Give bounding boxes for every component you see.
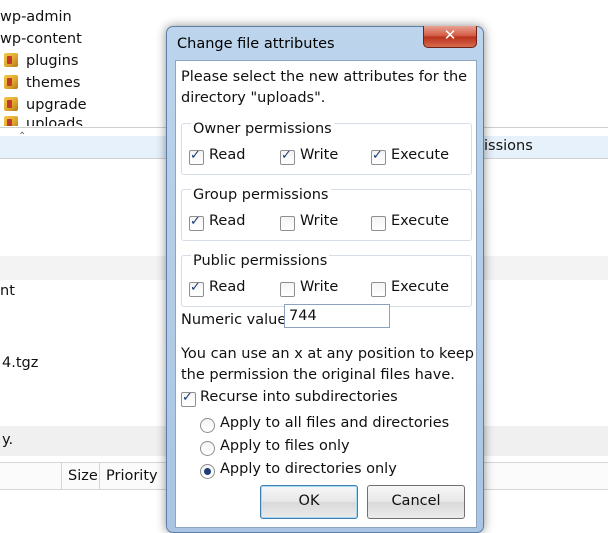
sort-up-icon: ⌃ bbox=[18, 131, 27, 142]
tree-item[interactable]: themes bbox=[0, 72, 80, 94]
dialog-title: Change file attributes bbox=[177, 36, 335, 52]
tree-item-label: wp-content bbox=[0, 31, 82, 47]
status-text-fragment: y. bbox=[2, 432, 14, 448]
checkbox-label: Read bbox=[209, 213, 246, 229]
close-icon: ✕ bbox=[443, 26, 457, 44]
checkbox-box[interactable] bbox=[371, 148, 386, 165]
checkbox-box[interactable] bbox=[280, 148, 295, 165]
public-permissions-group: Public permissions Read Write Execute bbox=[181, 253, 472, 307]
dialog-titlebar[interactable]: Change file attributes ✕ bbox=[167, 26, 483, 61]
owner-permissions-group: Owner permissions Read Write Execute bbox=[181, 121, 472, 175]
folder-icon bbox=[4, 97, 18, 111]
radio-circle[interactable] bbox=[200, 418, 215, 433]
folder-icon bbox=[4, 75, 18, 89]
hint-text: You can use an x at any position to keep… bbox=[181, 346, 474, 383]
group-permissions-group: Group permissions Read Write Execute bbox=[181, 187, 472, 241]
column-permissions[interactable]: issions bbox=[484, 138, 533, 154]
tree-item-label: upgrade bbox=[26, 97, 87, 113]
checkbox-box[interactable] bbox=[189, 148, 204, 165]
checkbox-box[interactable] bbox=[371, 216, 386, 231]
tree-item[interactable]: plugins bbox=[0, 50, 78, 72]
folder-icon bbox=[4, 53, 18, 67]
radio-circle[interactable] bbox=[200, 441, 215, 456]
checkbox-label: Recurse into subdirectories bbox=[200, 389, 398, 405]
tree-item-label: wp-admin bbox=[0, 9, 72, 25]
checkbox-label: Write bbox=[300, 147, 339, 163]
ok-button[interactable]: OK bbox=[260, 485, 358, 519]
radio-label: Apply to files only bbox=[220, 438, 350, 454]
change-file-attributes-dialog: Change file attributes ✕ Please select t… bbox=[166, 26, 484, 533]
tree-item[interactable]: uploads bbox=[0, 116, 83, 126]
tree-item[interactable]: wp-content bbox=[0, 28, 82, 50]
instruction-text: Please select the new attributes for the… bbox=[181, 69, 468, 106]
checkbox-label: Read bbox=[209, 279, 246, 295]
group-title: Owner permissions bbox=[191, 121, 334, 137]
checkbox-box[interactable] bbox=[280, 282, 295, 297]
folder-icon bbox=[4, 116, 18, 126]
checkbox-label: Read bbox=[209, 147, 246, 163]
radio-label: Apply to directories only bbox=[220, 461, 397, 477]
group-title: Public permissions bbox=[191, 253, 330, 269]
checkbox-label: Write bbox=[300, 213, 339, 229]
checkbox-box[interactable] bbox=[280, 216, 295, 231]
numeric-value-input[interactable] bbox=[284, 304, 390, 328]
file-name-fragment[interactable]: nt bbox=[0, 283, 15, 299]
checkbox-label: Write bbox=[300, 279, 339, 295]
radio-circle[interactable] bbox=[200, 464, 215, 479]
dialog-client-area: Please select the new attributes for the… bbox=[175, 60, 477, 528]
group-title: Group permissions bbox=[191, 187, 331, 203]
checkbox-label: Execute bbox=[391, 213, 449, 229]
queue-column-priority[interactable]: Priority bbox=[99, 463, 172, 489]
checkbox-label: Execute bbox=[391, 147, 449, 163]
tree-item-label: plugins bbox=[26, 53, 79, 69]
checkbox-label: Execute bbox=[391, 279, 449, 295]
tree-item-label: uploads bbox=[26, 116, 83, 126]
queue-column-size[interactable]: Size bbox=[61, 463, 104, 489]
close-button[interactable]: ✕ bbox=[423, 26, 477, 48]
checkbox-box[interactable] bbox=[189, 280, 204, 297]
checkbox-box[interactable] bbox=[371, 282, 386, 297]
file-name-fragment[interactable]: 4.tgz bbox=[2, 355, 38, 371]
tree-item[interactable]: upgrade bbox=[0, 94, 87, 116]
tree-item-label: themes bbox=[26, 75, 81, 91]
remote-directory-tree: wp-admin wp-content plugins themes upgra… bbox=[0, 0, 170, 126]
numeric-value-label: Numeric value: bbox=[181, 312, 292, 328]
cancel-button[interactable]: Cancel bbox=[367, 485, 465, 519]
checkbox-box[interactable] bbox=[181, 390, 196, 407]
radio-label: Apply to all files and directories bbox=[220, 415, 450, 431]
tree-item[interactable]: wp-admin bbox=[0, 6, 72, 28]
checkbox-box[interactable] bbox=[189, 214, 204, 231]
